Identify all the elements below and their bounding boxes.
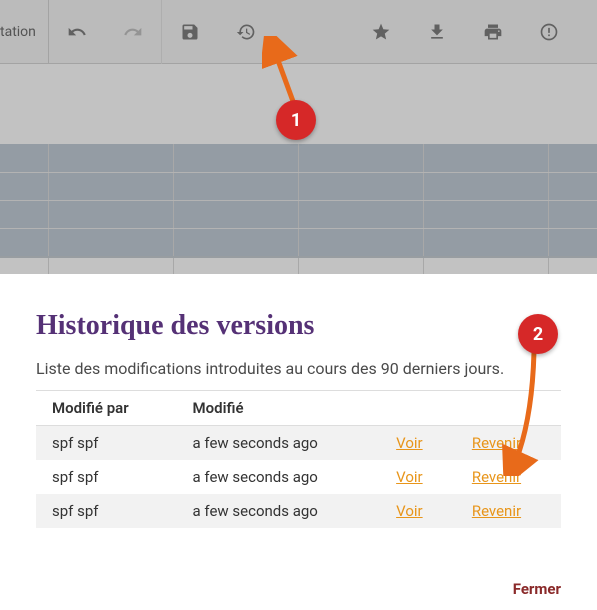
download-button[interactable] xyxy=(409,0,465,64)
revert-link[interactable]: Revenir xyxy=(472,502,521,520)
download-icon xyxy=(427,22,447,42)
cell-when: a few seconds ago xyxy=(177,426,381,461)
cell-by: spf spf xyxy=(36,460,177,494)
tab-label: tation xyxy=(0,24,36,40)
cell-when: a few seconds ago xyxy=(177,460,381,494)
print-button[interactable] xyxy=(465,0,521,64)
close-button[interactable]: Fermer xyxy=(513,580,561,598)
view-link[interactable]: Voir xyxy=(396,502,423,520)
panel-description: Liste des modifications introduites au c… xyxy=(36,358,561,380)
star-button[interactable] xyxy=(353,0,409,64)
redo-icon xyxy=(123,22,143,42)
col-modified: Modifié xyxy=(177,391,381,426)
tab-presentation[interactable]: tation xyxy=(0,0,49,64)
panel-title: Historique des versions xyxy=(36,310,561,342)
info-icon xyxy=(539,22,559,42)
info-button[interactable] xyxy=(521,0,577,64)
callout-arrow-1 xyxy=(262,36,306,108)
table-row: spf spf a few seconds ago Voir Revenir xyxy=(36,460,561,494)
table-row: spf spf a few seconds ago Voir Revenir xyxy=(36,426,561,461)
col-modified-by: Modifié par xyxy=(36,391,177,426)
star-icon xyxy=(371,22,391,42)
callout-2: 2 xyxy=(518,314,558,354)
undo-button[interactable] xyxy=(49,0,105,64)
cell-when: a few seconds ago xyxy=(177,494,381,528)
callout-1: 1 xyxy=(276,100,316,140)
cell-by: spf spf xyxy=(36,494,177,528)
print-icon xyxy=(483,22,503,42)
versions-table: Modifié par Modifié spf spf a few second… xyxy=(36,390,561,528)
save-icon xyxy=(180,22,200,42)
table-row: spf spf a few seconds ago Voir Revenir xyxy=(36,494,561,528)
view-link[interactable]: Voir xyxy=(396,434,423,452)
toolbar-overflow[interactable] xyxy=(577,0,597,64)
history-icon xyxy=(236,22,256,42)
callout-arrow-2 xyxy=(502,346,542,476)
cell-by: spf spf xyxy=(36,426,177,461)
save-button[interactable] xyxy=(162,0,218,64)
redo-button[interactable] xyxy=(105,0,161,64)
view-link[interactable]: Voir xyxy=(396,468,423,486)
undo-icon xyxy=(67,22,87,42)
